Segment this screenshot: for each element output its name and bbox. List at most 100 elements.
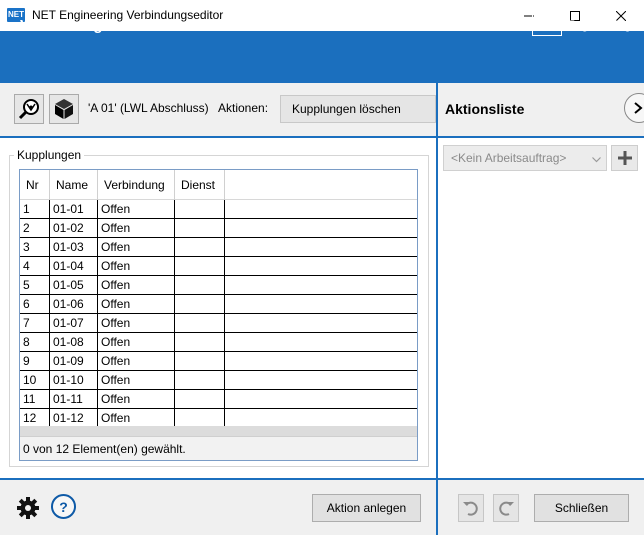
cell-name: 01-05 xyxy=(50,276,98,294)
cell-dienst xyxy=(175,352,225,370)
search-connection-icon xyxy=(18,99,39,120)
cell-empty xyxy=(225,276,417,294)
editor-header xyxy=(0,31,644,81)
cell-nr: 10 xyxy=(20,371,50,389)
cell-nr: 6 xyxy=(20,295,50,313)
cell-verbindung: Offen xyxy=(98,257,175,275)
page-title: Verbindungseditor xyxy=(20,17,153,34)
search-connection-button[interactable] xyxy=(14,94,44,124)
redo-icon xyxy=(499,501,514,516)
actions-dropdown[interactable]: Kupplungen löschen xyxy=(280,95,436,123)
cell-name: 01-03 xyxy=(50,238,98,256)
cell-nr: 12 xyxy=(20,409,50,427)
cell-name: 01-09 xyxy=(50,352,98,370)
cell-empty xyxy=(225,238,417,256)
cell-name: 01-12 xyxy=(50,409,98,427)
column-header-nr[interactable]: Nr xyxy=(20,170,50,200)
cell-dienst xyxy=(175,314,225,332)
gear-icon xyxy=(17,497,39,519)
cell-verbindung: Offen xyxy=(98,333,175,351)
cell-verbindung: Offen xyxy=(98,352,175,370)
cell-empty xyxy=(225,409,417,427)
cell-name: 01-04 xyxy=(50,257,98,275)
work-order-dropdown[interactable]: <Kein Arbeitsauftrag> xyxy=(443,145,607,171)
cube-button[interactable] xyxy=(49,94,79,124)
cell-verbindung: Offen xyxy=(98,295,175,313)
cell-nr: 1 xyxy=(20,200,50,218)
cell-dienst xyxy=(175,219,225,237)
cell-name: 01-11 xyxy=(50,390,98,408)
panel-divider xyxy=(436,81,438,535)
logo-text: Engineering xyxy=(567,18,632,32)
table-row[interactable]: 1 01-01 Offen xyxy=(20,200,417,219)
table-row[interactable]: 5 01-05 Offen xyxy=(20,276,417,295)
cell-nr: 2 xyxy=(20,219,50,237)
cell-nr: 4 xyxy=(20,257,50,275)
actions-label: Aktionen: xyxy=(218,101,269,115)
cell-nr: 9 xyxy=(20,352,50,370)
cell-name: 01-07 xyxy=(50,314,98,332)
cell-verbindung: Offen xyxy=(98,314,175,332)
cell-verbindung: Offen xyxy=(98,371,175,389)
horizontal-scrollbar[interactable] xyxy=(20,426,417,436)
cell-empty xyxy=(225,314,417,332)
cell-name: 01-08 xyxy=(50,333,98,351)
cell-verbindung: Offen xyxy=(98,238,175,256)
action-list-title: Aktionsliste xyxy=(445,101,525,117)
cube-icon xyxy=(55,99,73,119)
cell-dienst xyxy=(175,390,225,408)
cell-verbindung: Offen xyxy=(98,409,175,427)
undo-icon xyxy=(463,501,478,516)
table-row[interactable]: 7 01-07 Offen xyxy=(20,314,417,333)
redo-button[interactable] xyxy=(493,494,519,522)
chevron-down-icon xyxy=(592,152,601,166)
cell-verbindung: Offen xyxy=(98,276,175,294)
cell-name: 01-02 xyxy=(50,219,98,237)
cell-nr: 5 xyxy=(20,276,50,294)
cell-empty xyxy=(225,352,417,370)
cell-dienst xyxy=(175,371,225,389)
table-row[interactable]: 10 01-10 Offen xyxy=(20,371,417,390)
table-row[interactable]: 8 01-08 Offen xyxy=(20,333,417,352)
cell-dienst xyxy=(175,200,225,218)
couplings-table[interactable]: Nr Name Verbindung Dienst 1 01-01 Offen 2 01… xyxy=(19,169,418,461)
table-row[interactable]: 6 01-06 Offen xyxy=(20,295,417,314)
cell-empty xyxy=(225,257,417,275)
cell-empty xyxy=(225,333,417,351)
cell-name: 01-01 xyxy=(50,200,98,218)
table-row[interactable]: 9 01-09 Offen xyxy=(20,352,417,371)
table-row[interactable]: 3 01-03 Offen xyxy=(20,238,417,257)
close-button[interactable]: Schließen xyxy=(534,494,629,522)
cell-dienst xyxy=(175,276,225,294)
cell-empty xyxy=(225,371,417,389)
cell-dienst xyxy=(175,295,225,313)
settings-button[interactable] xyxy=(14,494,42,522)
connection-name: 'A 01' (LWL Abschluss) xyxy=(88,101,209,115)
cell-nr: 3 xyxy=(20,238,50,256)
cell-dienst xyxy=(175,257,225,275)
cell-verbindung: Offen xyxy=(98,219,175,237)
table-row[interactable]: 4 01-04 Offen xyxy=(20,257,417,276)
cell-nr: 11 xyxy=(20,390,50,408)
column-header-verbindung[interactable]: Verbindung xyxy=(98,170,175,200)
cell-dienst xyxy=(175,238,225,256)
cell-dienst xyxy=(175,409,225,427)
plus-icon xyxy=(617,151,632,165)
table-row[interactable]: 11 01-11 Offen xyxy=(20,390,417,409)
create-action-button[interactable]: Aktion anlegen xyxy=(312,494,421,522)
selection-status: 0 von 12 Element(en) gewählt. xyxy=(20,436,417,460)
help-button[interactable]: ? xyxy=(51,494,76,519)
add-work-order-button[interactable] xyxy=(611,145,638,171)
column-header-name[interactable]: Name xyxy=(50,170,98,200)
table-row[interactable]: 2 01-02 Offen xyxy=(20,219,417,238)
undo-button[interactable] xyxy=(458,494,484,522)
cell-empty xyxy=(225,295,417,313)
cell-empty xyxy=(225,390,417,408)
cell-nr: 7 xyxy=(20,314,50,332)
help-icon: ? xyxy=(59,498,68,515)
cell-dienst xyxy=(175,333,225,351)
cell-name: 01-10 xyxy=(50,371,98,389)
cell-verbindung: Offen xyxy=(98,200,175,218)
column-header-dienst[interactable]: Dienst xyxy=(175,170,225,200)
cell-verbindung: Offen xyxy=(98,390,175,408)
